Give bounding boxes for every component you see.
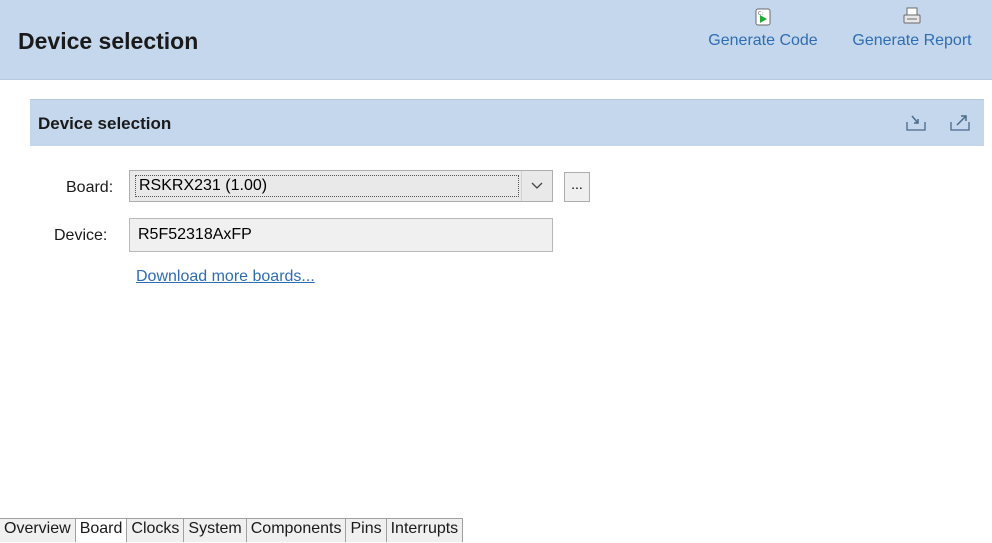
tab-system[interactable]: System [184,519,247,542]
chevron-down-icon [531,182,543,189]
tab-components[interactable]: Components [246,519,347,542]
import-icon[interactable] [904,113,928,133]
editor-tab-bar: Overview Board Clocks System Components … [0,518,464,543]
generate-report-button[interactable]: Generate Report [840,6,984,50]
board-dropdown-button[interactable] [521,171,552,201]
tab-overview[interactable]: Overview [0,519,76,542]
tab-interrupts[interactable]: Interrupts [386,519,464,542]
export-icon[interactable] [948,113,972,133]
editor-header: Device selection C: Generate Code Genera… [0,0,992,80]
tab-board[interactable]: Board [75,519,128,542]
generate-report-label: Generate Report [852,32,972,49]
download-more-boards-link[interactable]: Download more boards... [136,268,315,286]
tab-clocks[interactable]: Clocks [127,519,185,542]
device-label: Device: [54,227,108,244]
device-field: R5F52318AxFP [129,218,553,252]
device-selection-section-header: Device selection [30,99,984,146]
generate-code-icon: C: [752,6,774,28]
tab-pins[interactable]: Pins [346,519,387,542]
page-title: Device selection [18,28,199,54]
browse-board-button[interactable]: ... [564,172,590,202]
section-title: Device selection [38,114,172,133]
generate-code-button[interactable]: C: Generate Code [696,6,830,50]
board-select[interactable]: RSKRX231 (1.00) [129,170,553,202]
generate-report-icon [901,6,923,28]
board-select-value: RSKRX231 (1.00) [135,175,519,197]
generate-code-label: Generate Code [708,32,818,49]
board-label: Board: [66,179,114,196]
